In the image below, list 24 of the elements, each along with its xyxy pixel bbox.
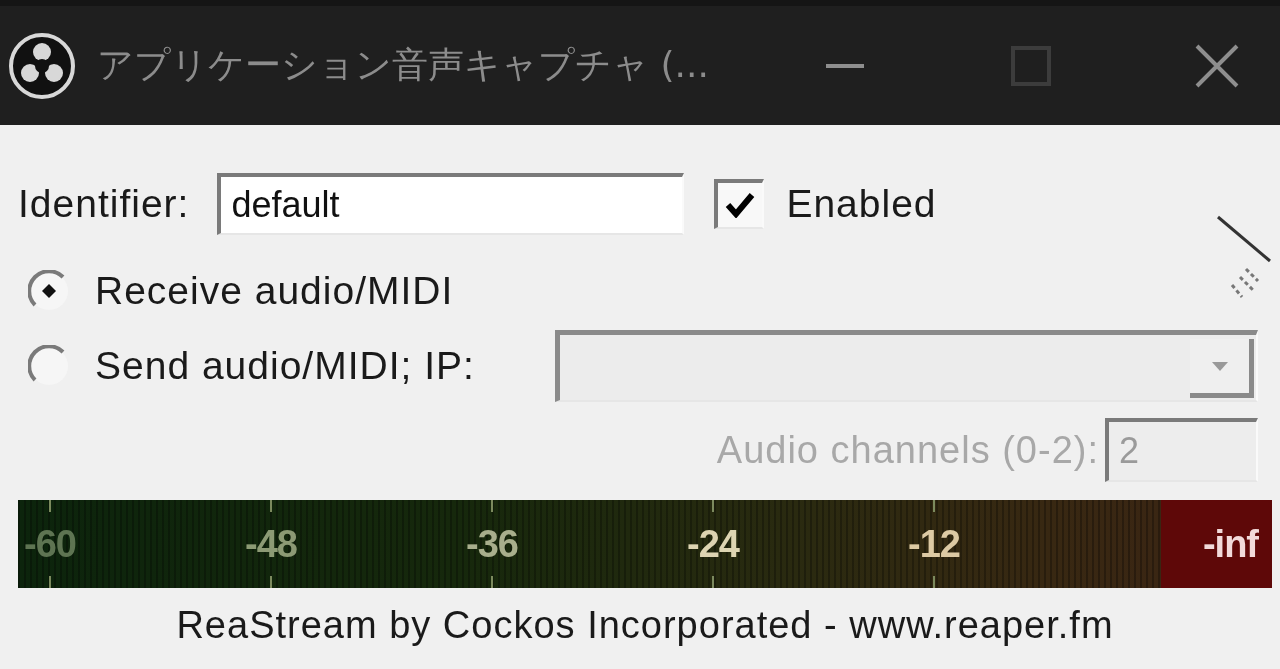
meter-reading: -inf xyxy=(1161,500,1272,588)
minimize-icon xyxy=(826,63,864,68)
resize-grip-icon xyxy=(1216,215,1272,300)
meter-scale-label: -36 xyxy=(466,525,518,563)
meter-scale-label: -12 xyxy=(908,525,960,563)
identifier-label: Identifier: xyxy=(18,182,190,226)
maximize-icon xyxy=(1011,45,1051,86)
radio-label: Receive audio/MIDI xyxy=(95,269,454,313)
footer-credit: ReaStream by Cockos Incorporated - www.reaper.fm xyxy=(176,604,1114,647)
caret-icon xyxy=(1211,361,1228,371)
checkmark-icon xyxy=(725,192,756,218)
app-logo-icon xyxy=(9,32,75,99)
close-icon xyxy=(1195,43,1239,88)
meter-scale-label: -60 xyxy=(24,525,76,563)
radio-label: Send audio/MIDI; IP: xyxy=(95,344,475,388)
audio-channels-label: Audio channels (0-2): xyxy=(716,428,1099,472)
meter-scale-label: -24 xyxy=(687,525,739,563)
radio-button[interactable] xyxy=(28,270,70,312)
enabled-label: Enabled xyxy=(786,182,937,226)
identifier-field[interactable]: default xyxy=(217,173,685,235)
radio-button[interactable] xyxy=(28,345,70,387)
window-title: アプリケーション音声キャプチャ (... xyxy=(97,43,709,87)
meter-scale-label: -48 xyxy=(245,525,297,563)
checkbox[interactable] xyxy=(714,179,765,229)
